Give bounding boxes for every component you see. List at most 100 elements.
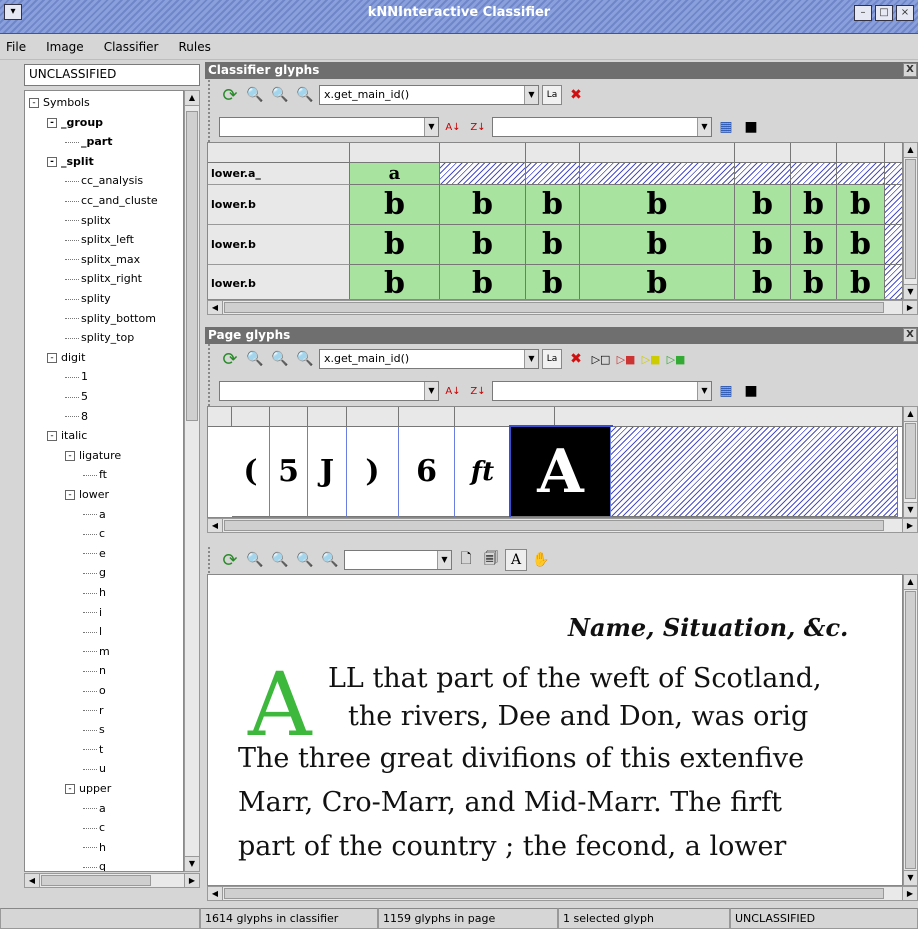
menu-image[interactable]: Image: [44, 38, 86, 56]
scroll-left-icon[interactable]: ◀: [25, 874, 40, 887]
glyph-cell[interactable]: b: [791, 225, 837, 265]
classifier-hscrollbar[interactable]: ◀ ▶: [207, 300, 918, 315]
glyph-cell[interactable]: b: [580, 265, 735, 299]
scroll-thumb[interactable]: [905, 159, 916, 279]
tree-item[interactable]: splitx: [65, 211, 111, 231]
classifier-glyph-grid[interactable]: lower.a_ a lower.b b b b b b b b lower.b b b b b b b b low…: [207, 142, 903, 300]
glyph-cell[interactable]: b: [350, 265, 440, 299]
scroll-down-icon[interactable]: ▼: [185, 856, 199, 871]
play-next-icon[interactable]: ▷□: [590, 348, 612, 370]
tree-item[interactable]: splitx_max: [65, 250, 140, 270]
glyph-cell[interactable]: ): [347, 427, 399, 517]
chevron-down-icon[interactable]: ▼: [424, 118, 438, 136]
zoom-in-icon[interactable]: 🔍: [244, 549, 266, 571]
glyph-cell[interactable]: [837, 163, 885, 185]
collapse-icon[interactable]: -: [29, 98, 39, 108]
delete-icon[interactable]: ✖: [565, 84, 587, 106]
tree-item[interactable]: splity_bottom: [65, 309, 156, 329]
scroll-down-icon[interactable]: ▼: [904, 502, 917, 517]
glyph-cell[interactable]: [735, 163, 791, 185]
refresh-icon[interactable]: ⟳: [219, 84, 241, 106]
scroll-thumb[interactable]: [41, 875, 151, 886]
scroll-thumb[interactable]: [905, 423, 916, 499]
tree-item[interactable]: m: [83, 642, 110, 662]
tree-hscrollbar[interactable]: ◀ ▶: [24, 873, 200, 888]
chevron-down-icon[interactable]: ▼: [697, 118, 711, 136]
refresh-icon[interactable]: ⟳: [219, 348, 241, 370]
tree-item[interactable]: l: [83, 622, 102, 642]
glyph-cell[interactable]: [440, 163, 526, 185]
select-icon[interactable]: ▦: [715, 116, 737, 138]
tree-item[interactable]: t: [83, 740, 103, 760]
toolbar-grip[interactable]: [208, 547, 216, 573]
tree-item[interactable]: a: [83, 799, 106, 819]
scroll-left-icon[interactable]: ◀: [208, 519, 223, 532]
page-glyph-vscrollbar[interactable]: ▲ ▼: [903, 406, 918, 518]
sort-expression-combo[interactable]: x.get_main_id() ▼: [319, 85, 539, 105]
glyph-cell[interactable]: 6: [399, 427, 455, 517]
tree-item[interactable]: _part: [65, 132, 112, 152]
glyph-cell[interactable]: [885, 265, 902, 299]
tree-vscrollbar[interactable]: ▲ ▼: [184, 90, 200, 872]
glyph-cell[interactable]: b: [791, 185, 837, 225]
tree-item[interactable]: g: [83, 563, 106, 583]
toolbar-grip[interactable]: [208, 376, 216, 406]
classifier-panel-close-button[interactable]: X: [903, 63, 917, 77]
tree-item[interactable]: cc_and_cluste: [65, 191, 158, 211]
sort-ascending-icon[interactable]: A↓: [442, 116, 464, 138]
collapse-icon[interactable]: -: [65, 450, 75, 461]
tree-item[interactable]: a: [83, 505, 106, 525]
page-glyph-grid[interactable]: (5 J) 6 ft A: [207, 406, 903, 518]
tree-item[interactable]: n: [83, 661, 106, 681]
chevron-down-icon[interactable]: ▼: [524, 350, 538, 368]
tree-item[interactable]: - ligature: [65, 446, 121, 466]
zoom-out-icon[interactable]: 🔍: [294, 549, 316, 571]
glyph-cell[interactable]: b: [837, 185, 885, 225]
close-button[interactable]: ×: [896, 5, 914, 21]
tree-item[interactable]: - italic: [47, 426, 87, 446]
menu-classifier[interactable]: Classifier: [102, 38, 161, 56]
text-icon[interactable]: A: [505, 549, 527, 571]
refresh-icon[interactable]: ⟳: [219, 549, 241, 571]
scroll-up-icon[interactable]: ▲: [185, 91, 199, 106]
zoom-normal-icon[interactable]: 🔍: [269, 84, 291, 106]
scroll-up-icon[interactable]: ▲: [904, 575, 917, 590]
page-glyph-hscrollbar[interactable]: ◀ ▶: [207, 518, 918, 533]
play-yellow-icon[interactable]: ▷■: [640, 348, 662, 370]
glyph-cell[interactable]: a: [350, 163, 440, 185]
glyph-cell[interactable]: b: [735, 265, 791, 299]
delete-icon[interactable]: ✖: [565, 348, 587, 370]
tree-item[interactable]: 5: [65, 387, 88, 407]
zoom-out-icon[interactable]: 🔍: [294, 348, 316, 370]
select-icon[interactable]: ▦: [715, 380, 737, 402]
chevron-down-icon[interactable]: ▼: [697, 382, 711, 400]
scroll-up-icon[interactable]: ▲: [904, 407, 917, 422]
tree-item[interactable]: splity: [65, 289, 111, 309]
symbol-tree[interactable]: - Symbols - _group _part - _split cc_analysis cc…: [24, 90, 184, 872]
tree-item[interactable]: - _group: [47, 113, 103, 133]
zoom-out-icon[interactable]: 🔍: [294, 84, 316, 106]
tree-item[interactable]: c: [83, 524, 105, 544]
glyph-cell[interactable]: b: [580, 185, 735, 225]
tree-item[interactable]: q: [83, 857, 106, 871]
scroll-thumb[interactable]: [224, 520, 884, 531]
scroll-right-icon[interactable]: ▶: [902, 887, 917, 900]
glyph-cell[interactable]: b: [580, 225, 735, 265]
glyph-cell[interactable]: [526, 163, 580, 185]
tree-item[interactable]: - lower: [65, 485, 109, 505]
tree-item[interactable]: - _split: [47, 152, 94, 172]
page-image-vscrollbar[interactable]: ▲ ▼: [903, 574, 918, 886]
filter-combo[interactable]: ▼: [219, 117, 439, 137]
zoom-combo[interactable]: ▼: [344, 550, 452, 570]
scroll-right-icon[interactable]: ▶: [902, 301, 917, 314]
collapse-icon[interactable]: -: [47, 431, 57, 442]
tree-item[interactable]: - digit: [47, 348, 85, 368]
glyph-cell[interactable]: b: [791, 265, 837, 299]
tree-item[interactable]: h: [83, 583, 106, 603]
glyph-cell[interactable]: b: [735, 225, 791, 265]
label-toggle-button[interactable]: La: [542, 349, 562, 369]
glyph-cell[interactable]: b: [526, 225, 580, 265]
collapse-icon[interactable]: -: [65, 784, 75, 794]
glyph-cell[interactable]: b: [837, 225, 885, 265]
scroll-thumb[interactable]: [905, 591, 916, 869]
